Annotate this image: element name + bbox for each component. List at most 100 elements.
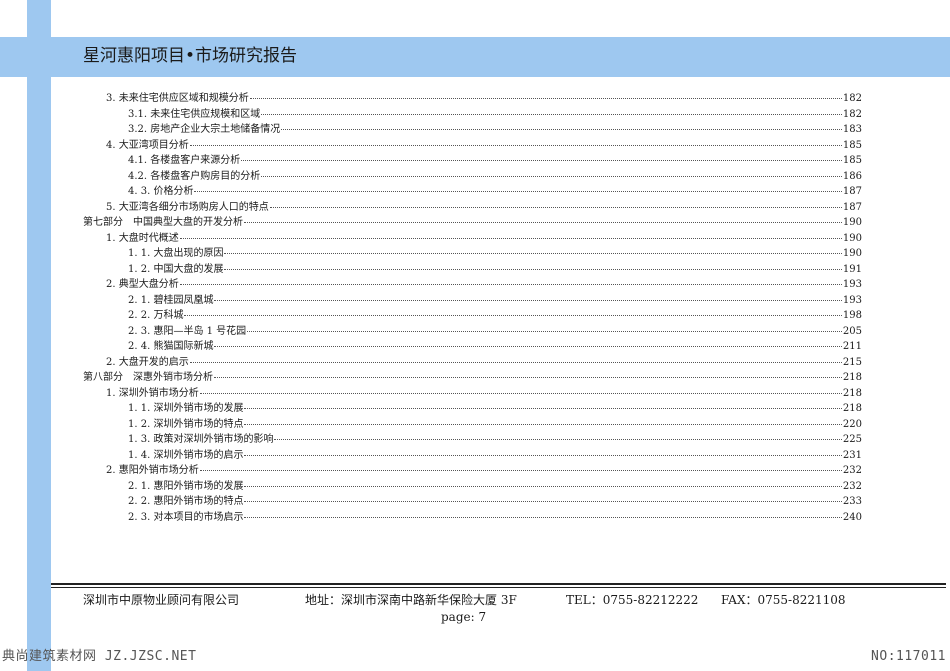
toc-dot-leader [274, 429, 842, 440]
toc-entry[interactable]: 2. 典型大盘分析 193 [106, 276, 862, 290]
toc-entry-page: 218 [842, 387, 862, 399]
toc-entry-page: 225 [842, 434, 862, 445]
toc-entry-page: 187 [842, 201, 862, 213]
toc-entry[interactable]: 3.2. 房地产企业大宗土地储备情况 183 [128, 121, 862, 135]
toc-entry-title: 2. 1. 惠阳外销市场的发展 [128, 480, 244, 492]
toc-entry-title: 3.1. 未来住宅供应规模和区域 [128, 108, 261, 120]
toc-entry-page: 190 [842, 248, 862, 259]
toc-dot-leader [244, 491, 842, 502]
toc-dot-leader [244, 476, 842, 487]
toc-entry[interactable]: 5. 大亚湾各细分市场购房人口的特点 187 [106, 199, 862, 213]
toc-dot-leader [249, 88, 842, 99]
toc-entry-title: 1. 大盘时代概述 [106, 232, 179, 244]
toc-dot-leader [199, 460, 842, 471]
toc-entry-title: 4.1. 各楼盘客户来源分析 [128, 155, 241, 166]
toc-entry-title: 2. 惠阳外销市场分析 [106, 465, 199, 476]
toc-entry-page: 218 [842, 372, 862, 383]
toc-entry[interactable]: 2. 3. 惠阳—半岛 1 号花园 205 [128, 323, 862, 337]
toc-entry[interactable]: 2. 大盘开发的启示 215 [106, 354, 862, 368]
toc-entry-title: 3. 未来住宅供应区域和规模分析 [106, 93, 249, 104]
toc-entry-title: 1. 深圳外销市场分析 [106, 387, 199, 399]
toc-dot-leader [214, 336, 842, 347]
toc-entry-page: 220 [842, 418, 862, 430]
toc-dot-leader [214, 290, 842, 301]
footer-rule-thick [51, 583, 946, 585]
toc-entry[interactable]: 2. 4. 熊猫国际新城 211 [128, 338, 862, 352]
toc-entry-page: 218 [842, 403, 862, 414]
toc-entry-page: 190 [842, 232, 862, 244]
toc-entry[interactable]: 1. 3. 政策对深圳外销市场的影响 225 [128, 431, 862, 445]
toc-dot-leader [179, 274, 842, 285]
watermark-right: NO:117011 [871, 649, 946, 664]
toc-dot-leader [244, 414, 842, 425]
toc-dot-leader [189, 352, 842, 363]
toc-entry-page: 215 [842, 356, 862, 368]
toc-entry-page: 232 [842, 480, 862, 492]
toc-entry[interactable]: 4. 3. 价格分析 187 [128, 183, 862, 197]
toc-dot-leader [199, 383, 842, 394]
toc-entry-title: 2. 2. 惠阳外销市场的特点 [128, 496, 244, 507]
toc-entry[interactable]: 4.1. 各楼盘客户来源分析 185 [128, 152, 862, 166]
toc-entry-page: 193 [842, 279, 862, 290]
toc-entry[interactable]: 4.2. 各楼盘客户购房目的分析 186 [128, 168, 862, 182]
toc-dot-leader [261, 166, 842, 177]
toc-dot-leader [281, 119, 842, 130]
toc-dot-leader [247, 321, 842, 332]
toc-entry-title: 1. 1. 深圳外销市场的发展 [128, 403, 244, 414]
toc-entry[interactable]: 1. 2. 中国大盘的发展 191 [128, 261, 862, 275]
toc-entry-page: 233 [842, 496, 862, 507]
toc-entry[interactable]: 2. 2. 万科城 198 [128, 307, 862, 321]
toc-dot-leader [244, 212, 842, 223]
toc-dot-leader [179, 228, 842, 239]
toc-entry-page: 193 [842, 294, 862, 306]
toc-entry-page: 191 [842, 263, 862, 275]
left-accent-bar [27, 0, 51, 671]
page-number: page: 7 [441, 610, 487, 624]
watermark-left: 典尚建筑素材网 JZ.JZSC.NET [2, 649, 197, 664]
toc-entry-page: 186 [842, 170, 862, 182]
toc-entry-title: 4. 大亚湾项目分析 [106, 139, 189, 151]
toc-entry[interactable]: 第七部分 中国典型大盘的开发分析 190 [83, 214, 862, 228]
footer-fax: FAX：0755-8221108 [721, 593, 846, 607]
toc-entry-page: 205 [842, 325, 862, 337]
toc-entry[interactable]: 1. 1. 大盘出现的原因 190 [128, 245, 862, 259]
toc-entry[interactable]: 2. 3. 对本项目的市场启示 240 [128, 509, 862, 523]
toc-dot-leader [241, 150, 842, 161]
toc-dot-leader [189, 135, 842, 146]
toc-entry[interactable]: 2. 2. 惠阳外销市场的特点 233 [128, 493, 862, 507]
toc-entry-page: 231 [842, 449, 862, 461]
toc-entry[interactable]: 1. 大盘时代概述 190 [106, 230, 862, 244]
toc-entry[interactable]: 2. 1. 惠阳外销市场的发展 232 [128, 478, 862, 492]
toc-dot-leader [184, 305, 842, 316]
footer-company: 深圳市中原物业顾问有限公司 [83, 593, 240, 607]
toc-entry[interactable]: 1. 1. 深圳外销市场的发展 218 [128, 400, 862, 414]
toc-entry-page: 240 [842, 511, 862, 523]
toc-entry[interactable]: 2. 惠阳外销市场分析 232 [106, 462, 862, 476]
toc-entry-page: 187 [842, 186, 862, 197]
toc-entry-page: 198 [842, 310, 862, 321]
toc-dot-leader [244, 398, 842, 409]
toc-entry[interactable]: 4. 大亚湾项目分析 185 [106, 137, 862, 151]
toc-entry[interactable]: 第八部分 深惠外销市场分析 218 [83, 369, 862, 383]
footer-address: 地址：深圳市深南中路新华保险大厦 3F [305, 593, 517, 607]
footer-rule-thin [51, 587, 946, 588]
toc-entry-title: 1. 1. 大盘出现的原因 [128, 248, 224, 259]
toc-entry-page: 185 [842, 155, 862, 166]
toc-entry-page: 185 [842, 139, 862, 151]
toc-dot-leader [261, 104, 842, 115]
toc-entry[interactable]: 3.1. 未来住宅供应规模和区域 182 [128, 106, 862, 120]
footer-tel: TEL：0755-82212222 [566, 593, 699, 607]
toc-entry[interactable]: 1. 2. 深圳外销市场的特点 220 [128, 416, 862, 430]
toc-dot-leader [214, 367, 842, 378]
toc-entry[interactable]: 3. 未来住宅供应区域和规模分析 182 [106, 90, 862, 104]
toc-entry[interactable]: 2. 1. 碧桂园凤凰城 193 [128, 292, 862, 306]
toc-entry-title: 4. 3. 价格分析 [128, 186, 194, 197]
toc-entry[interactable]: 1. 深圳外销市场分析 218 [106, 385, 862, 399]
toc-entry-title: 2. 2. 万科城 [128, 310, 184, 321]
toc-entry[interactable]: 1. 4. 深圳外销市场的启示 231 [128, 447, 862, 461]
toc-entry-page: 182 [842, 108, 862, 120]
toc-entry-title: 2. 3. 对本项目的市场启示 [128, 511, 244, 523]
toc-entry-title: 第八部分 深惠外销市场分析 [83, 372, 213, 383]
toc-entry-title: 2. 大盘开发的启示 [106, 356, 189, 368]
toc-entry-title: 1. 2. 深圳外销市场的特点 [128, 418, 244, 430]
